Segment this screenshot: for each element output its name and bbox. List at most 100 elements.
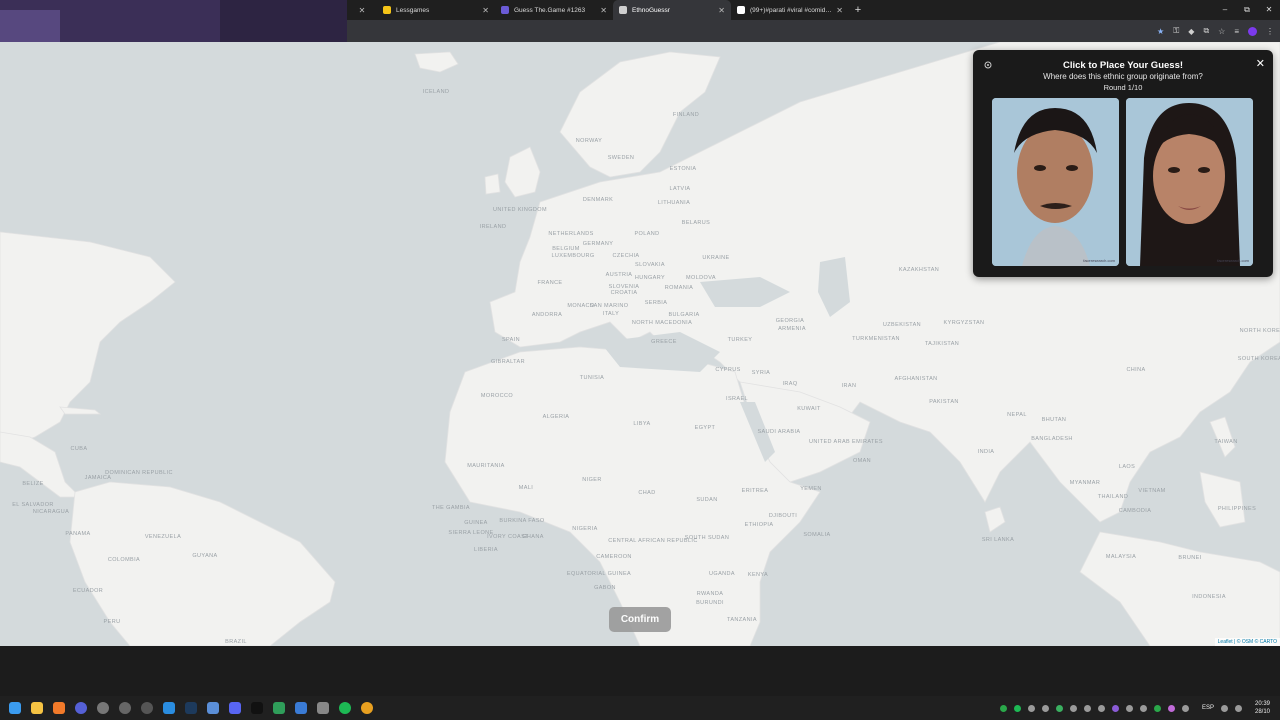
country-label: TURKMENISTAN — [852, 336, 900, 342]
country-label: YEMEN — [800, 486, 822, 492]
country-label: KUWAIT — [797, 406, 821, 412]
file-explorer-icon[interactable] — [31, 702, 43, 714]
microphone-icon[interactable] — [1167, 704, 1175, 712]
close-icon[interactable]: ✕ — [482, 6, 489, 15]
spotify-icon[interactable] — [339, 702, 351, 714]
close-icon[interactable]: ✕ — [718, 6, 725, 15]
country-label: MALI — [518, 485, 534, 491]
minimize-button[interactable]: – — [1214, 0, 1236, 20]
country-label: LATVIA — [669, 186, 691, 192]
app-icon[interactable] — [207, 702, 219, 714]
country-label: TAJIKISTAN — [924, 341, 960, 347]
tray-icon[interactable] — [1097, 704, 1105, 712]
app-icon[interactable] — [119, 702, 131, 714]
map-attribution: Leaflet | © OSM © CARTO — [1214, 638, 1280, 646]
tray-icon[interactable] — [1181, 704, 1189, 712]
panel-title: Click to Place Your Guess! — [1062, 60, 1184, 71]
tab-ethnoguessr[interactable]: EthnoGuessr ✕ — [613, 0, 731, 20]
tray-icon[interactable] — [1153, 704, 1161, 712]
country-label: TAIWAN — [1214, 439, 1238, 445]
country-label: KYRGYZSTAN — [943, 320, 985, 326]
app-icon[interactable] — [97, 702, 109, 714]
country-label: MOLDOVA — [686, 275, 716, 281]
clock-time: 20:39 — [1254, 701, 1270, 707]
close-window-button[interactable]: ✕ — [1258, 0, 1280, 20]
discord-icon[interactable] — [229, 702, 241, 714]
tray-icon[interactable] — [1027, 704, 1035, 712]
country-label: GIBRALTAR — [491, 359, 525, 365]
tab-tiktok[interactable]: (99+)#parati #viral #comida | c ✕ — [731, 0, 849, 20]
steam-icon[interactable] — [185, 702, 197, 714]
country-label: SYRIA — [751, 370, 771, 376]
tray-icon[interactable] — [1013, 704, 1021, 712]
media-icon[interactable]: ≡ — [1234, 27, 1239, 36]
tray-icon[interactable] — [1055, 704, 1063, 712]
language-indicator[interactable]: ESP — [1202, 705, 1214, 711]
volume-icon[interactable] — [1220, 704, 1228, 712]
tray-icon[interactable] — [1083, 704, 1091, 712]
tiktok-icon[interactable] — [251, 702, 263, 714]
extension-icon[interactable]: ◆ — [1188, 27, 1194, 36]
country-label: BANGLADESH — [1031, 436, 1073, 442]
round-indicator: Round 1/10 — [1103, 83, 1143, 92]
tab-lessgames[interactable]: Lessgames ✕ — [377, 0, 495, 20]
country-label: COLOMBIA — [107, 557, 141, 563]
tray-icon[interactable] — [1125, 704, 1133, 712]
country-label: NIGERIA — [572, 526, 598, 532]
leaflet-link[interactable]: Leaflet | © OSM © CARTO — [1218, 639, 1277, 645]
close-icon[interactable]: ✕ — [347, 0, 377, 20]
app-icon[interactable] — [317, 702, 329, 714]
tray-icon[interactable] — [1111, 704, 1119, 712]
tray-icon[interactable] — [1069, 704, 1077, 712]
country-label: NIGER — [582, 477, 602, 483]
bookmarks-icon[interactable]: ☆ — [1218, 27, 1225, 36]
country-label: LITHUANIA — [657, 200, 691, 206]
country-label: UZBEKISTAN — [882, 322, 922, 328]
country-label: GABON — [594, 585, 616, 591]
country-label: GREECE — [651, 339, 677, 345]
windows-taskbar: ESP 20:39 28/10 — [0, 696, 1280, 720]
country-label: LUXEMBOURG — [551, 253, 595, 259]
new-tab-button[interactable]: + — [849, 0, 867, 20]
country-label: INDONESIA — [1192, 594, 1226, 600]
tab-guess-the-game[interactable]: Guess The.Game #1263 ✕ — [495, 0, 613, 20]
country-label: RWANDA — [696, 591, 724, 597]
app-icon[interactable] — [75, 702, 87, 714]
app-icon[interactable] — [141, 702, 153, 714]
tray-icon[interactable] — [1139, 704, 1147, 712]
country-label: CROATIA — [610, 290, 638, 296]
tray-icon[interactable] — [999, 704, 1007, 712]
country-label: MAURITANIA — [467, 463, 505, 469]
app-icon[interactable] — [295, 702, 307, 714]
clock-date: 28/10 — [1254, 709, 1270, 715]
country-label: IRAN — [841, 383, 857, 389]
tray-icon[interactable] — [1041, 704, 1049, 712]
tiktok-favicon-icon — [737, 6, 745, 14]
country-label: THE GAMBIA — [432, 505, 470, 511]
confirm-button[interactable]: Confirm — [609, 607, 671, 632]
key-icon[interactable]: ⚿ — [1173, 26, 1179, 36]
puzzle-icon[interactable]: ⧉ — [1203, 26, 1209, 36]
country-label: SUDAN — [696, 497, 718, 503]
battery-icon[interactable] — [1234, 704, 1242, 712]
app-icon[interactable] — [273, 702, 285, 714]
star-icon[interactable]: ★ — [1157, 27, 1164, 36]
country-label: ROMANIA — [664, 285, 694, 291]
maximize-button[interactable]: ⧉ — [1236, 0, 1258, 20]
search-icon[interactable] — [53, 702, 65, 714]
close-icon[interactable]: ✕ — [600, 6, 607, 15]
edge-icon[interactable] — [163, 702, 175, 714]
chrome-icon[interactable] — [361, 702, 373, 714]
windows-start-icon[interactable] — [9, 702, 21, 714]
system-clock[interactable]: 20:39 28/10 — [1255, 700, 1270, 716]
globe-favicon-icon — [619, 6, 627, 14]
country-label: LIBYA — [633, 421, 651, 427]
country-label: NETHERLANDS — [548, 231, 594, 237]
menu-icon[interactable]: ⋮ — [1266, 27, 1274, 36]
country-label: BURKINA FASO — [499, 518, 545, 524]
avatar[interactable] — [1248, 26, 1257, 36]
country-label: ARMENIA — [778, 326, 806, 332]
country-label: DENMARK — [582, 197, 614, 203]
country-label: BRAZIL — [225, 639, 247, 645]
close-icon[interactable]: ✕ — [836, 6, 843, 15]
